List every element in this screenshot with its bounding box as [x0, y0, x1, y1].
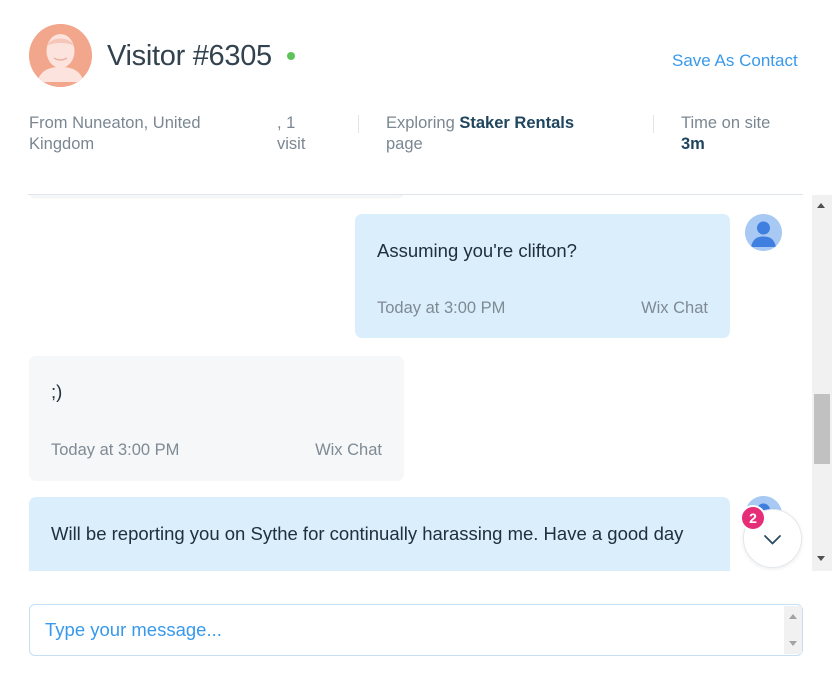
previous-message-bubble [29, 195, 404, 197]
exploring-prefix: Exploring [386, 114, 460, 132]
message-text: ;) [51, 381, 63, 402]
message-composer[interactable] [29, 604, 803, 656]
message-source: Wix Chat [641, 299, 708, 317]
time-on-site-label: Time on site [681, 114, 771, 132]
info-divider [653, 115, 654, 133]
exploring-page-info: Exploring Staker Rentals page [386, 113, 626, 155]
visitor-header: Visitor #6305 Save As Contact From Nunea… [0, 0, 835, 195]
scroll-up-arrow-icon[interactable] [789, 614, 797, 619]
visit-count-line-2: visit [277, 135, 306, 153]
chat-message-list[interactable]: Assuming you're clifton? Today at 3:00 P… [0, 195, 812, 571]
user-avatar-icon [29, 24, 92, 87]
time-on-site: Time on site 3m [681, 113, 821, 155]
exploring-suffix: page [386, 135, 423, 153]
location-line-2: Kingdom [29, 135, 95, 153]
scroll-down-arrow-icon[interactable] [789, 641, 797, 646]
visit-count-line-1: , 1 [277, 114, 296, 132]
location-line-1: From Nuneaton, United [29, 114, 201, 132]
scroll-down-arrow-icon[interactable] [817, 556, 825, 561]
scroll-up-arrow-icon[interactable] [817, 203, 825, 208]
message-timestamp: Today at 3:00 PM [377, 299, 506, 317]
outgoing-message-bubble: Assuming you're clifton? Today at 3:00 P… [355, 214, 730, 338]
message-source: Wix Chat [315, 441, 382, 459]
exploring-page-name: Staker Rentals [459, 114, 575, 132]
message-text: Will be reporting you on Sythe for conti… [51, 523, 684, 544]
save-as-contact-link[interactable]: Save As Contact [672, 51, 798, 71]
visit-count: , 1 visit [277, 113, 327, 155]
user-avatar-icon [745, 214, 782, 251]
outgoing-message-bubble: Will be reporting you on Sythe for conti… [29, 497, 730, 571]
time-on-site-value: 3m [681, 135, 705, 153]
info-divider [358, 115, 359, 133]
message-timestamp: Today at 3:00 PM [51, 441, 180, 459]
agent-avatar [745, 214, 782, 251]
incoming-message-bubble: ;) Today at 3:00 PM Wix Chat [29, 356, 404, 481]
unread-count-badge: 2 [740, 505, 766, 531]
online-status-dot [287, 52, 295, 60]
scroll-thumb[interactable] [814, 394, 830, 464]
message-text: Assuming you're clifton? [377, 240, 577, 261]
message-input[interactable] [45, 617, 765, 643]
visitor-avatar [29, 24, 92, 87]
visitor-location: From Nuneaton, United Kingdom [29, 113, 254, 155]
chat-scrollbar[interactable] [812, 195, 832, 571]
visitor-name: Visitor #6305 [107, 40, 272, 72]
composer-scrollbar[interactable] [784, 606, 802, 654]
